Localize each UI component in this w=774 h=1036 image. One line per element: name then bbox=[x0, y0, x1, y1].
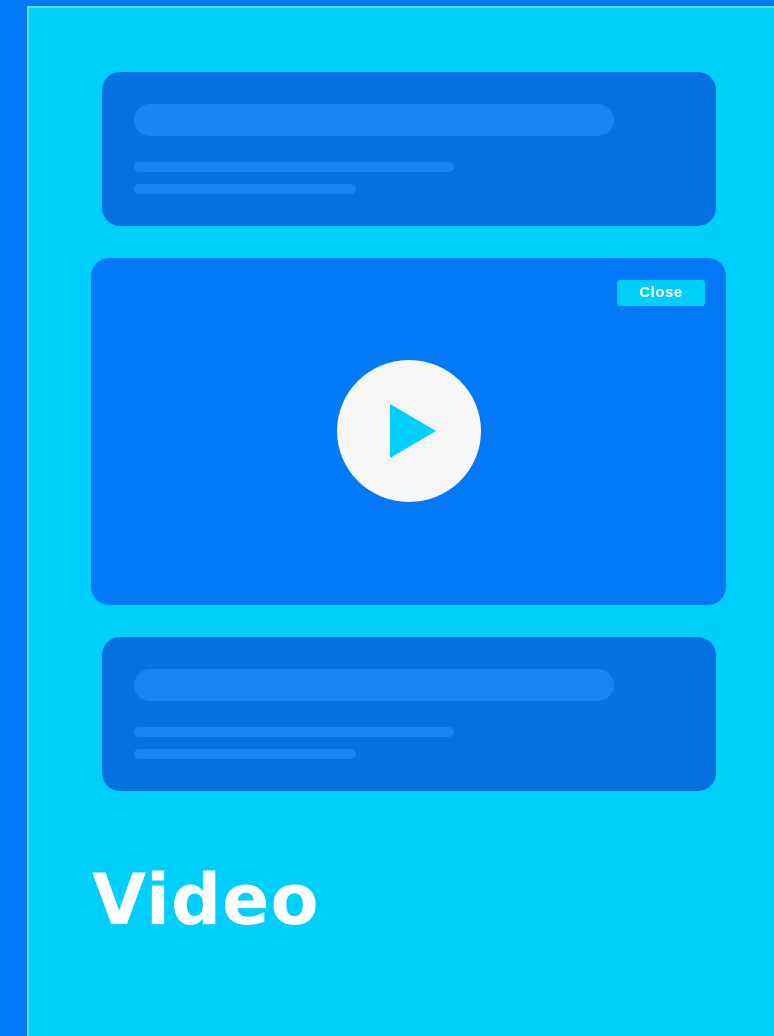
skeleton-text-line bbox=[134, 727, 454, 737]
skeleton-card-top bbox=[102, 72, 716, 226]
skeleton-title-bar bbox=[134, 669, 614, 701]
video-player[interactable]: Close bbox=[91, 258, 726, 605]
skeleton-card-bottom bbox=[102, 637, 716, 791]
close-button[interactable]: Close bbox=[617, 280, 705, 306]
page-title: Video bbox=[92, 859, 320, 941]
skeleton-text-line bbox=[134, 184, 356, 194]
play-icon bbox=[390, 404, 436, 458]
skeleton-text-line bbox=[134, 162, 454, 172]
skeleton-title-bar bbox=[134, 104, 614, 136]
play-button[interactable] bbox=[337, 360, 481, 502]
skeleton-text-line bbox=[134, 749, 356, 759]
